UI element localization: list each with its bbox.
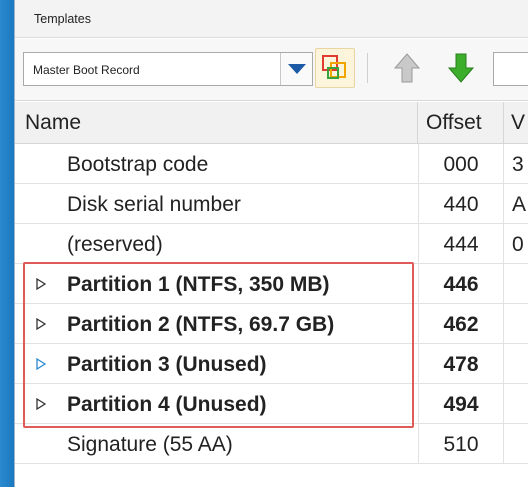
row-offset: 444 [418, 224, 504, 264]
row-name: Partition 4 (Unused) [67, 393, 267, 416]
row-name: Partition 2 (NTFS, 69.7 GB) [67, 313, 335, 336]
row-value: A [512, 193, 527, 216]
row-offset: 000 [418, 144, 504, 184]
table-row[interactable]: (reserved) 444 0 [15, 224, 528, 264]
arrow-down-icon [447, 53, 475, 83]
row-offset: 478 [418, 344, 504, 384]
column-header-offset[interactable]: Offset [418, 102, 504, 144]
toolbar-field[interactable] [493, 52, 528, 86]
row-name: Signature (55 AA) [67, 433, 233, 456]
expand-arrow-icon[interactable] [35, 318, 47, 330]
row-name: (reserved) [67, 233, 163, 256]
row-name: Disk serial number [67, 193, 241, 216]
move-up-button[interactable] [387, 48, 427, 88]
expand-arrow-icon[interactable] [35, 278, 47, 290]
expand-arrow-icon[interactable] [35, 358, 47, 370]
table-row[interactable]: Partition 3 (Unused) 478 [15, 344, 528, 384]
row-offset: 440 [418, 184, 504, 224]
window-left-edge [0, 0, 14, 487]
template-select-dropdown[interactable] [280, 53, 312, 85]
row-name: Partition 1 (NTFS, 350 MB) [67, 273, 330, 296]
template-grid: Name Offset V Bootstrap code 000 3 Disk ser… [15, 102, 528, 464]
table-row[interactable]: Partition 4 (Unused) 494 [15, 384, 528, 424]
templates-panel: Templates Master Boot Record Name Offset… [14, 0, 528, 487]
view-icon [322, 55, 346, 79]
table-row[interactable]: Partition 2 (NTFS, 69.7 GB) 462 [15, 304, 528, 344]
row-value: 3 [512, 153, 524, 176]
table-row[interactable]: Disk serial number 440 A [15, 184, 528, 224]
grid-header: Name Offset V [15, 102, 528, 144]
row-offset: 462 [418, 304, 504, 344]
move-down-button[interactable] [441, 48, 481, 88]
table-row[interactable]: Signature (55 AA) 510 [15, 424, 528, 464]
table-row[interactable]: Bootstrap code 000 3 [15, 144, 528, 184]
row-name: Bootstrap code [67, 153, 209, 176]
table-row[interactable]: Partition 1 (NTFS, 350 MB) 446 [15, 264, 528, 304]
toolbar-separator [367, 53, 368, 83]
view-button[interactable] [315, 48, 355, 88]
row-value: 0 [512, 233, 524, 256]
grid-rows: Bootstrap code 000 3 Disk serial number 440 A… [15, 144, 528, 464]
row-offset: 510 [418, 424, 504, 464]
row-value [504, 304, 528, 344]
column-header-value[interactable]: V [504, 102, 528, 144]
arrow-up-icon [393, 53, 421, 83]
row-value [504, 384, 528, 424]
panel-title-bar: Templates [15, 0, 528, 38]
row-value [504, 264, 528, 304]
panel-title: Templates [34, 12, 91, 26]
row-value [504, 424, 528, 464]
expand-arrow-icon[interactable] [35, 398, 47, 410]
row-name: Partition 3 (Unused) [67, 353, 267, 376]
template-select-value: Master Boot Record [33, 63, 140, 77]
toolbar: Master Boot Record [15, 39, 528, 101]
column-header-name[interactable]: Name [15, 102, 418, 144]
chevron-down-icon [287, 64, 306, 74]
row-value [504, 344, 528, 384]
row-offset: 446 [418, 264, 504, 304]
template-select[interactable]: Master Boot Record [23, 52, 313, 86]
row-offset: 494 [418, 384, 504, 424]
